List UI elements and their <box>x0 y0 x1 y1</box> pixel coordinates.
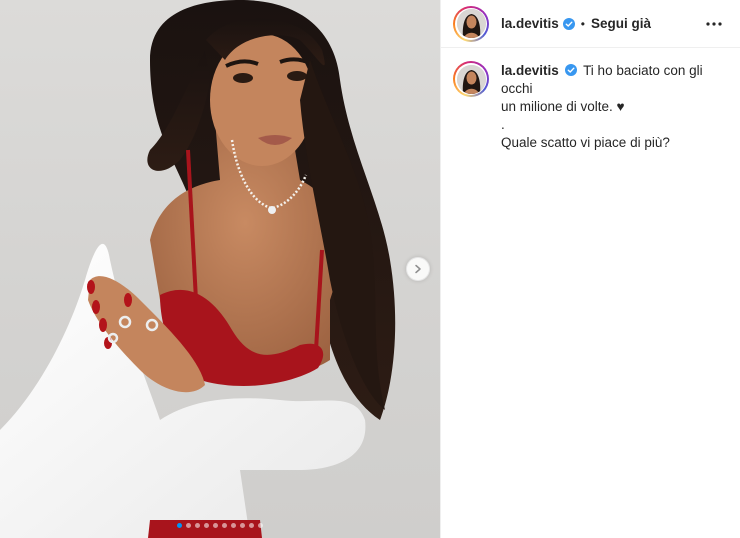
instagram-post: la.devitis • Segui già la.devitis Ti ho … <box>0 0 740 538</box>
post-header: la.devitis • Segui già <box>441 0 740 48</box>
carousel-indicator <box>0 523 440 528</box>
carousel-dot <box>258 523 263 528</box>
header-separator: • <box>580 16 585 31</box>
following-button[interactable]: Segui già <box>591 16 651 31</box>
carousel-dot <box>186 523 191 528</box>
carousel-dot <box>222 523 227 528</box>
carousel-dot <box>240 523 245 528</box>
verified-badge-icon <box>562 17 575 30</box>
more-horizontal-icon <box>706 21 722 26</box>
avatar-photo <box>456 9 486 38</box>
caption-body: la.devitis Ti ho baciato con gli occhi u… <box>501 62 726 152</box>
caption-avatar[interactable] <box>453 61 489 97</box>
verified-badge-icon <box>564 64 577 76</box>
post-caption: la.devitis Ti ho baciato con gli occhi u… <box>441 48 740 152</box>
caption-username[interactable]: la.devitis <box>501 63 559 78</box>
carousel-dot <box>249 523 254 528</box>
next-slide-button[interactable] <box>406 257 430 281</box>
author-username[interactable]: la.devitis <box>501 16 559 31</box>
post-photo <box>0 0 396 538</box>
carousel-dot <box>213 523 218 528</box>
post-sidebar: la.devitis • Segui già la.devitis Ti ho … <box>440 0 740 538</box>
chevron-right-icon <box>415 264 421 274</box>
carousel-dot <box>231 523 236 528</box>
avatar[interactable] <box>453 5 489 42</box>
caption-text-line-4: Quale scatto vi piace di più? <box>501 135 670 150</box>
more-options-button[interactable] <box>702 12 726 36</box>
caption-text-line-3: . <box>501 117 505 132</box>
caption-text-line-2: un milione di volte. ♥ <box>501 99 625 114</box>
avatar-photo <box>456 64 486 94</box>
carousel-dot <box>177 523 182 528</box>
carousel-dot <box>195 523 200 528</box>
post-media[interactable] <box>0 0 440 538</box>
carousel-dot <box>204 523 209 528</box>
